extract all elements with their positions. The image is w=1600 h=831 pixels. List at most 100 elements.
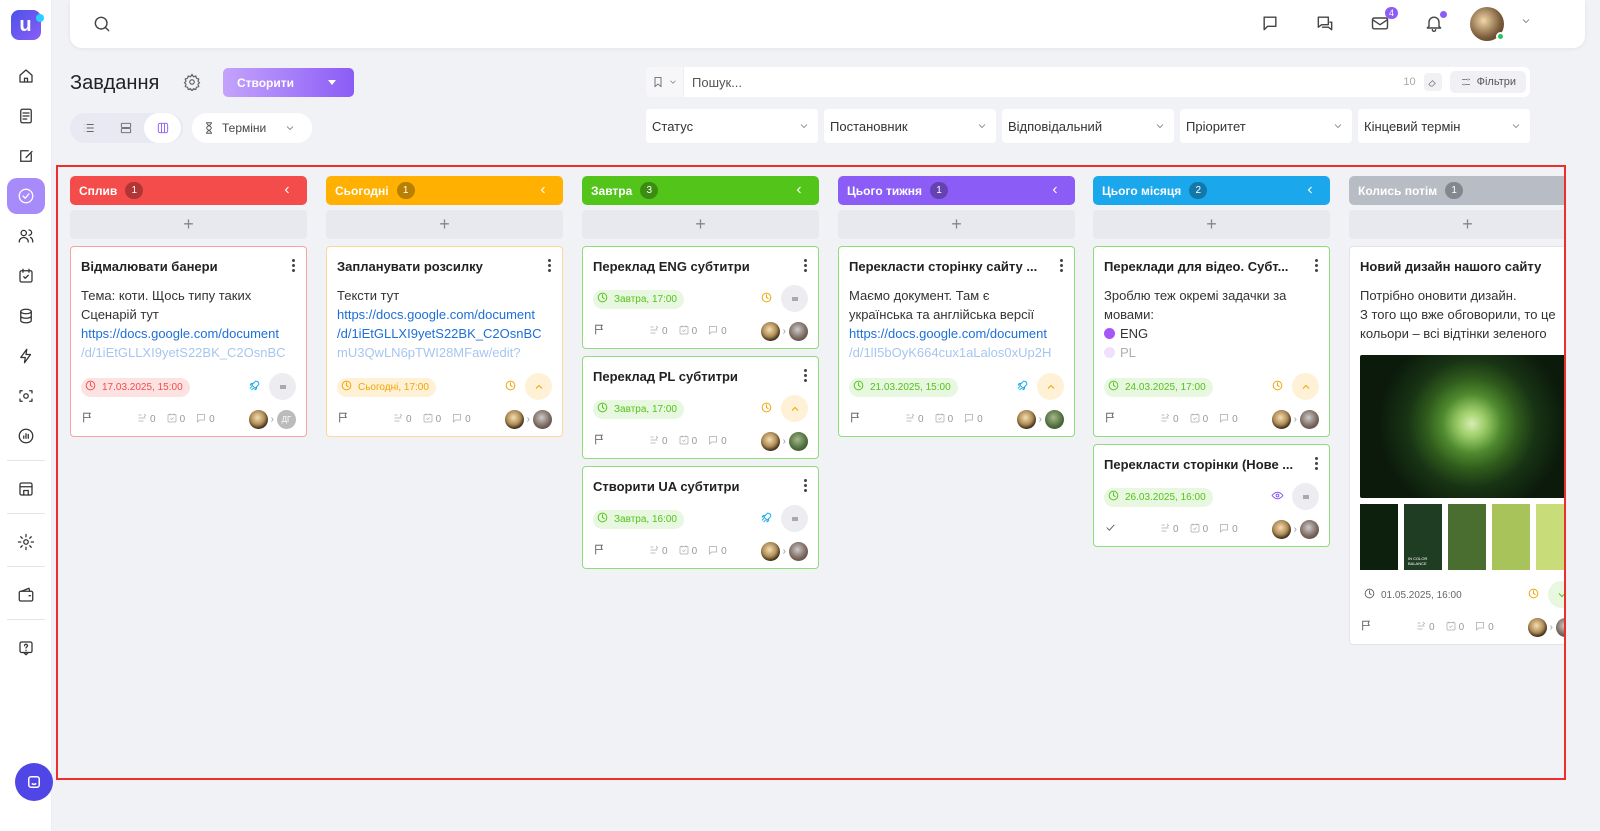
priority-chevron-up-icon[interactable] xyxy=(1292,373,1319,400)
calendar-check-icon[interactable] xyxy=(7,258,45,294)
users-icon[interactable] xyxy=(7,218,45,254)
lightning-icon[interactable] xyxy=(7,338,45,374)
due-date-badge[interactable]: Завтра, 16:00 xyxy=(593,509,684,529)
column-header[interactable]: Колись потім 1 xyxy=(1349,176,1564,205)
chat-launcher-button[interactable] xyxy=(15,763,53,801)
assignee-avatar[interactable] xyxy=(1556,617,1564,637)
grouping-select[interactable]: Терміни xyxy=(192,113,312,143)
description-link[interactable]: https://docs.google.com/document xyxy=(337,305,552,324)
deadline-filter[interactable]: Кінцевий термін xyxy=(1358,109,1530,143)
checklist-counter[interactable]: 0 xyxy=(678,324,697,339)
add-task-button[interactable]: + xyxy=(838,210,1075,239)
author-filter[interactable]: Постановник xyxy=(824,109,996,143)
chevron-left-icon[interactable] xyxy=(537,184,549,199)
author-avatar[interactable] xyxy=(504,409,524,429)
comment-counter[interactable]: 0 xyxy=(451,412,471,427)
description-link[interactable]: /d/1iEtGLLXI9yetS22BK_C2OsnBC xyxy=(81,343,296,362)
due-date-badge[interactable]: Сьогодні, 17:00 xyxy=(337,377,436,397)
comment-counter[interactable]: 0 xyxy=(1474,620,1494,635)
rocket-icon[interactable] xyxy=(760,511,773,527)
description-link[interactable]: https://docs.google.com/document xyxy=(849,324,1064,343)
author-avatar[interactable] xyxy=(248,409,268,429)
list-view-icon[interactable] xyxy=(70,113,107,143)
add-task-button[interactable]: + xyxy=(1349,210,1564,239)
comment-counter[interactable]: 0 xyxy=(963,412,983,427)
chevron-down-icon[interactable] xyxy=(1520,15,1532,30)
author-avatar[interactable] xyxy=(1016,409,1036,429)
document-list-icon[interactable] xyxy=(7,98,45,134)
chevron-left-icon[interactable] xyxy=(1304,184,1316,199)
priority-equals-icon[interactable] xyxy=(269,373,296,400)
assignee-avatar[interactable] xyxy=(789,431,808,451)
clock-icon[interactable] xyxy=(760,401,773,417)
author-avatar[interactable] xyxy=(1527,617,1547,637)
priority-chevron-up-icon[interactable] xyxy=(781,395,808,422)
flag-icon[interactable] xyxy=(593,323,606,339)
filters-button[interactable]: Фільтри xyxy=(1449,71,1526,93)
help-icon[interactable] xyxy=(7,630,45,666)
more-options-icon[interactable] xyxy=(1060,259,1064,274)
task-card[interactable]: Новий дизайн нашого сайту Потрібно оновит… xyxy=(1349,246,1564,645)
subtasks-counter[interactable]: 0 xyxy=(648,434,668,449)
more-options-icon[interactable] xyxy=(1315,457,1319,472)
checklist-counter[interactable]: 0 xyxy=(678,434,697,449)
assignee-filter[interactable]: Відповідальний xyxy=(1002,109,1174,143)
settings-icon[interactable] xyxy=(7,524,45,560)
gear-icon[interactable] xyxy=(183,73,201,94)
caret-down-icon[interactable] xyxy=(328,80,336,85)
task-title[interactable]: Запланувати розсилку xyxy=(337,247,532,274)
more-options-icon[interactable] xyxy=(1315,259,1319,274)
comment-counter[interactable]: 0 xyxy=(707,324,727,339)
task-title[interactable]: Переклади для відео. Субт... xyxy=(1104,247,1299,274)
subtasks-counter[interactable]: 0 xyxy=(1415,620,1435,635)
comment-counter[interactable]: 0 xyxy=(1218,522,1238,537)
add-task-button[interactable]: + xyxy=(70,210,307,239)
column-header[interactable]: Сплив 1 xyxy=(70,176,307,205)
clock-icon[interactable] xyxy=(504,379,517,395)
subtasks-counter[interactable]: 0 xyxy=(648,324,668,339)
task-title[interactable]: Переклад ENG субтитри xyxy=(593,247,788,274)
checklist-counter[interactable]: 0 xyxy=(678,544,697,559)
column-header[interactable]: Цього місяця 2 xyxy=(1093,176,1330,205)
checklist-counter[interactable]: 0 xyxy=(934,412,953,427)
task-card[interactable]: Відмалювати банери Тема: коти. Щось типу … xyxy=(70,246,307,437)
assignee-avatar[interactable] xyxy=(533,409,552,429)
author-avatar[interactable] xyxy=(760,431,780,451)
search-input[interactable] xyxy=(684,74,1404,90)
subtasks-counter[interactable]: 0 xyxy=(1159,522,1179,537)
task-title[interactable]: Перекласти сторінку сайту ... xyxy=(849,247,1044,274)
task-title[interactable]: Створити UA субтитри xyxy=(593,467,788,494)
checklist-counter[interactable]: 0 xyxy=(1189,412,1208,427)
clock-icon[interactable] xyxy=(1527,587,1540,603)
conversations-icon[interactable] xyxy=(1315,13,1335,36)
home-icon[interactable] xyxy=(7,58,45,94)
description-link[interactable]: mU3QwLN6pTWI28MFaw/edit? xyxy=(337,343,552,362)
more-options-icon[interactable] xyxy=(292,259,296,274)
subtasks-counter[interactable]: 0 xyxy=(648,544,668,559)
priority-equals-icon[interactable] xyxy=(781,285,808,312)
priority-chevron-up-icon[interactable] xyxy=(1037,373,1064,400)
task-title[interactable]: Переклад PL субтитри xyxy=(593,357,788,384)
add-task-button[interactable]: + xyxy=(326,210,563,239)
assignee-avatar[interactable] xyxy=(1300,519,1319,539)
more-options-icon[interactable] xyxy=(804,259,808,274)
assignee-avatar[interactable] xyxy=(789,541,808,561)
clock-icon[interactable] xyxy=(1271,379,1284,395)
task-title[interactable]: Відмалювати банери xyxy=(81,247,276,274)
description-link[interactable]: /d/1lI5bOyK664cux1aLalos0xUp2H xyxy=(849,343,1064,362)
comment-counter[interactable]: 0 xyxy=(195,412,215,427)
due-date-badge[interactable]: 01.05.2025, 16:00 xyxy=(1360,586,1469,605)
author-avatar[interactable] xyxy=(760,321,780,341)
rocket-icon[interactable] xyxy=(248,379,261,395)
checkmark-icon[interactable] xyxy=(1104,521,1117,537)
flag-icon[interactable] xyxy=(81,411,94,427)
task-card[interactable]: Перекласти сторінку сайту ... Маємо докум… xyxy=(838,246,1075,437)
flag-icon[interactable] xyxy=(593,543,606,559)
create-button[interactable]: Створити xyxy=(223,68,354,97)
comment-counter[interactable]: 0 xyxy=(707,434,727,449)
due-date-badge[interactable]: 17.03.2025, 15:00 xyxy=(81,377,190,397)
status-filter[interactable]: Статус xyxy=(646,109,818,143)
eraser-icon[interactable] xyxy=(1423,73,1442,91)
chevron-left-icon[interactable] xyxy=(1560,184,1564,199)
column-header[interactable]: Завтра 3 xyxy=(582,176,819,205)
